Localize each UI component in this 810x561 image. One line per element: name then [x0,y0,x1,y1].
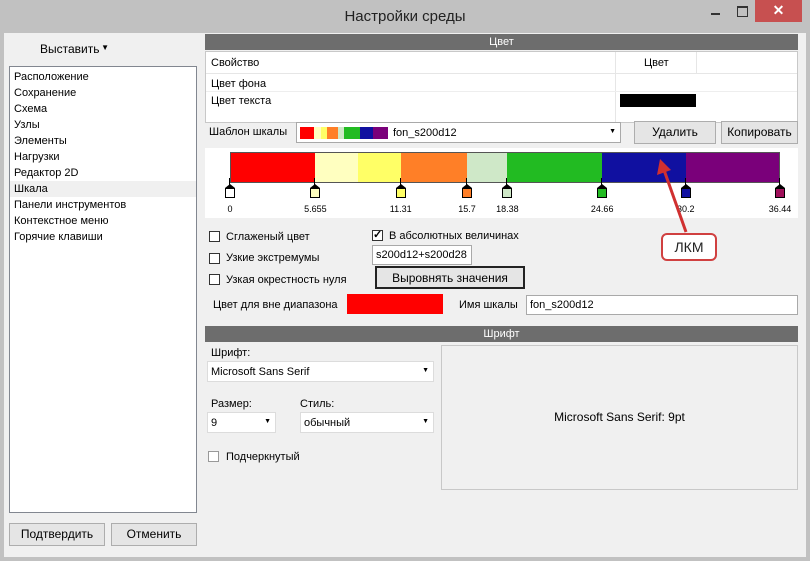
annotation-arrow [657,159,688,233]
lmb-annotation: ЛКМ [661,233,717,261]
